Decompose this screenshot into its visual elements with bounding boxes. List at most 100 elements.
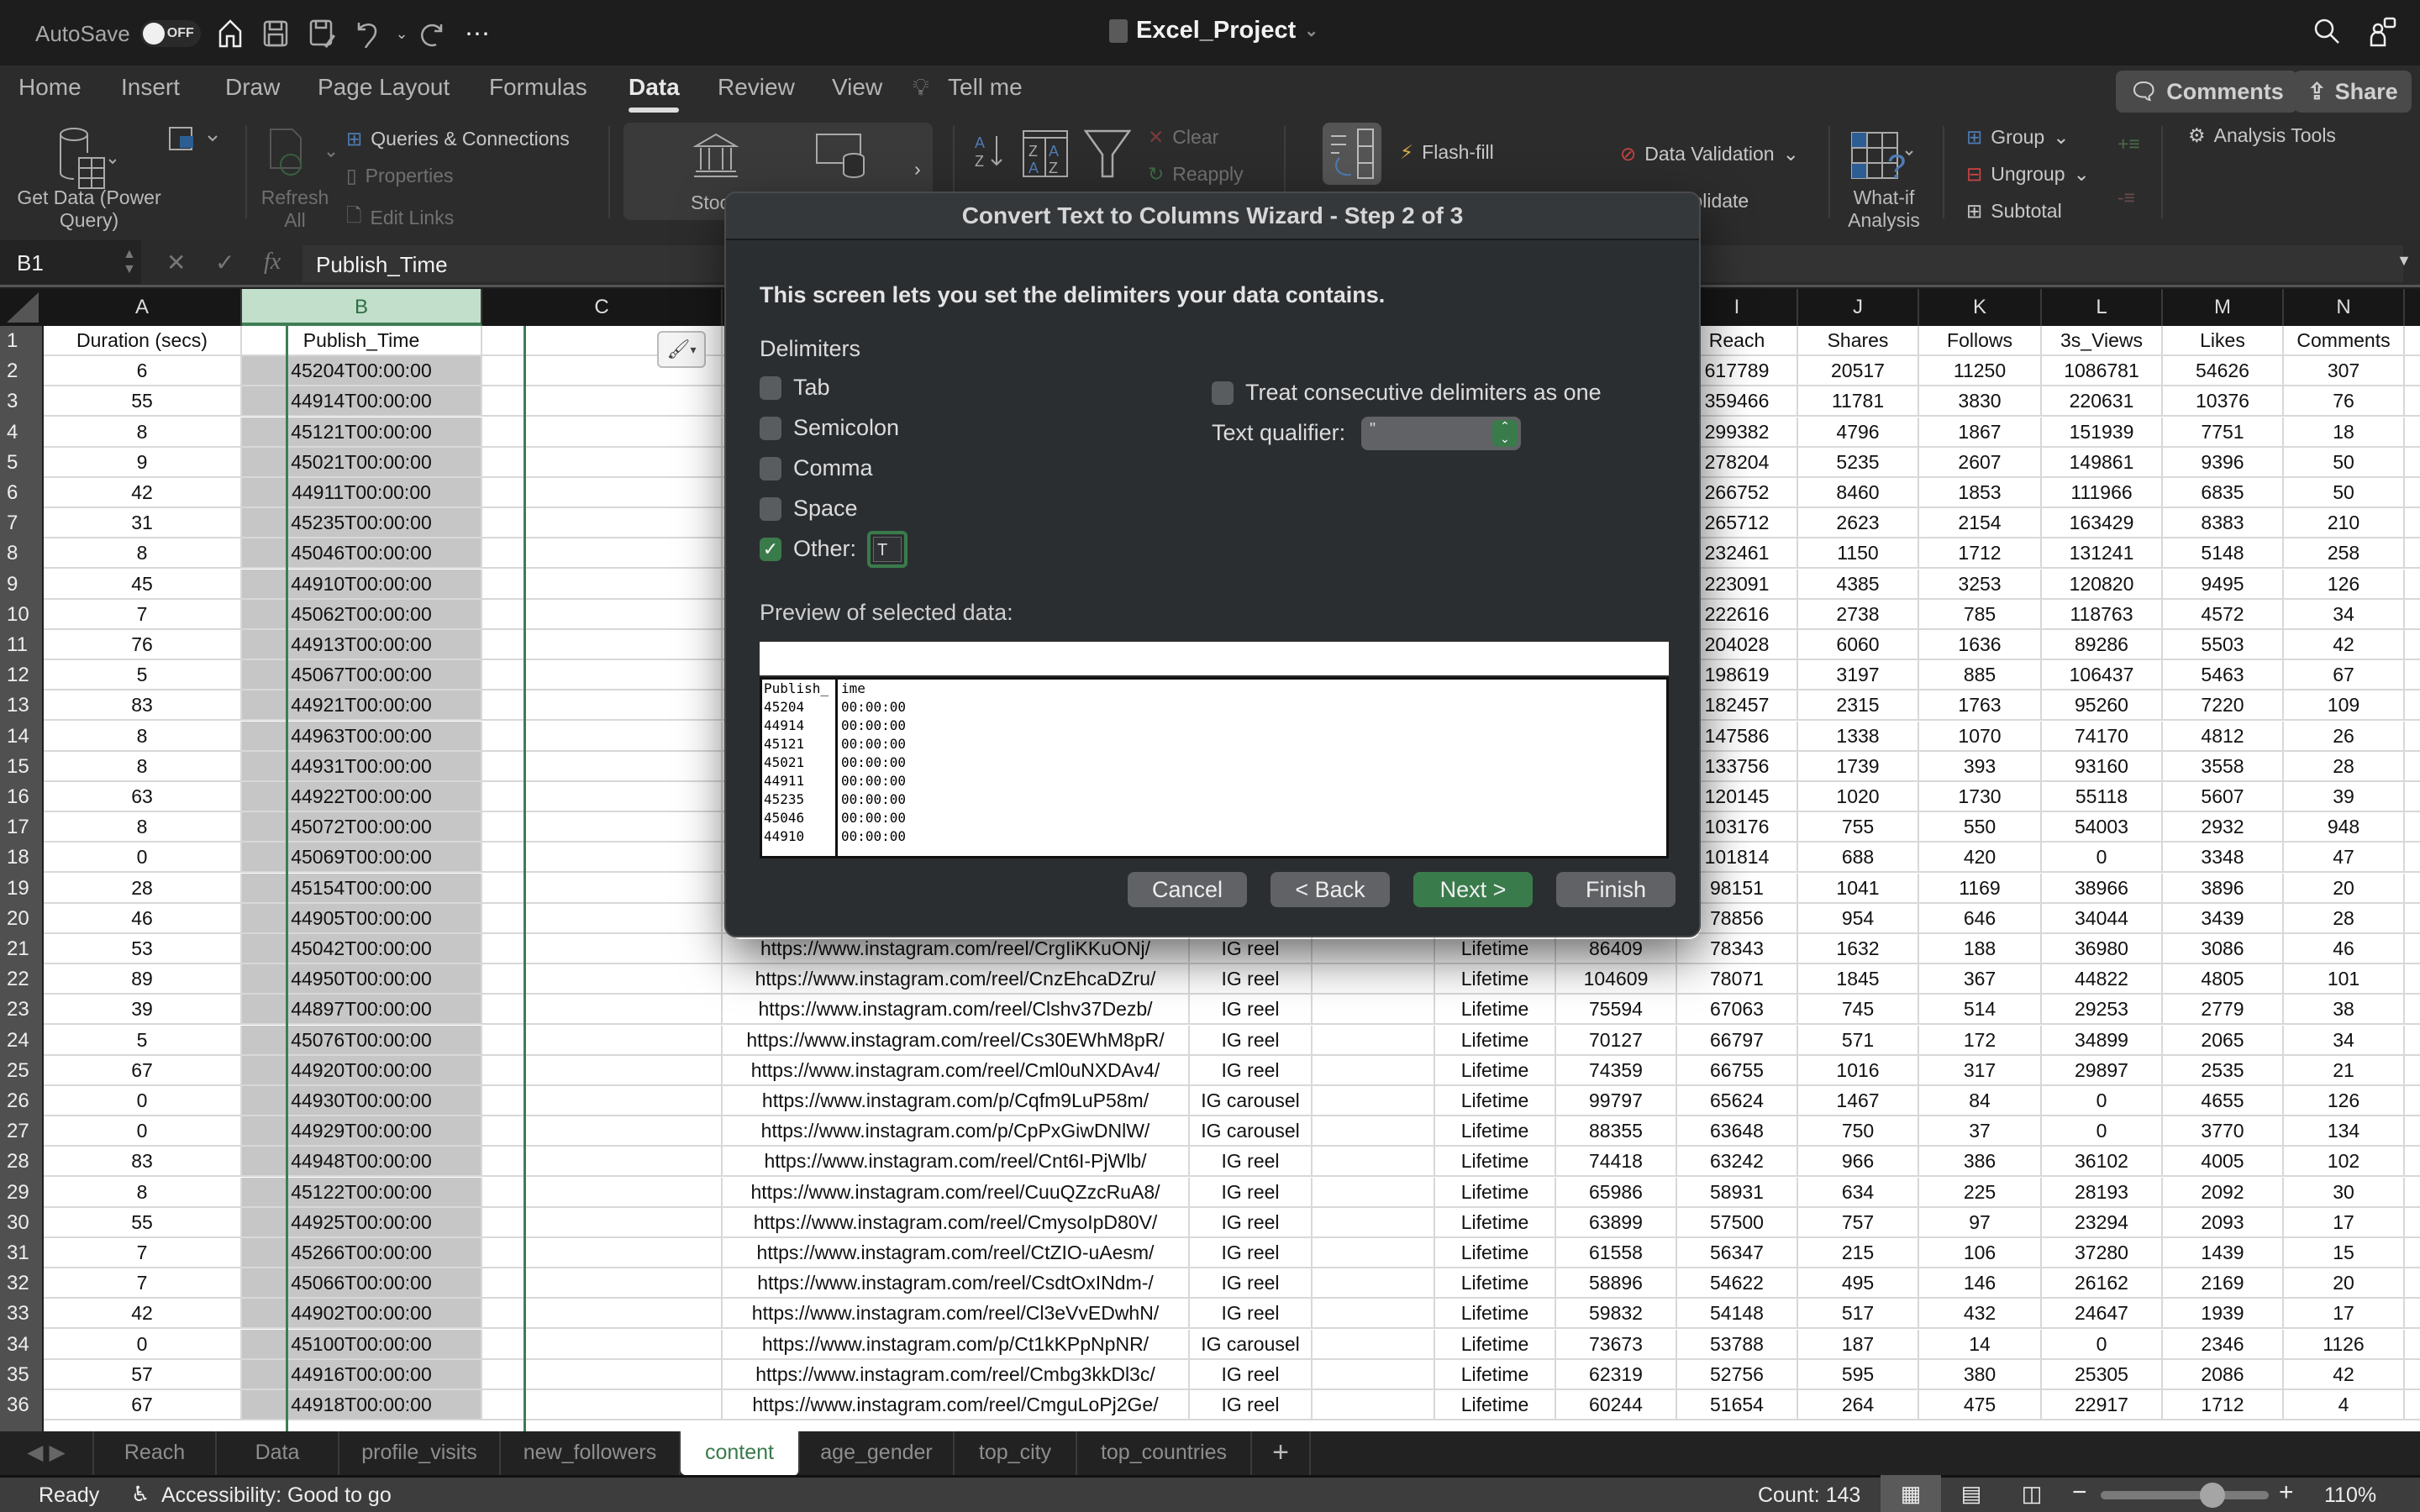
zoom-in-button[interactable]: + [2279,1478,2294,1507]
cell-f22[interactable] [1313,964,1435,993]
filter-icon[interactable] [1083,129,1132,182]
cell-a22[interactable]: 89 [44,964,242,993]
cell-j30[interactable]: 757 [1798,1208,1919,1236]
cell-c22[interactable] [482,964,723,993]
cell-c12[interactable] [482,660,723,689]
cell-l21[interactable]: 36980 [2042,934,2163,963]
row-header-8[interactable]: 8 [0,538,42,569]
cell-a13[interactable]: 83 [44,690,242,719]
cell-k15[interactable]: 393 [1919,752,2042,780]
cell-a27[interactable]: 0 [44,1116,242,1145]
cell-m21[interactable]: 3086 [2163,934,2284,963]
cell-h34[interactable]: 73673 [1556,1330,1677,1358]
document-title[interactable]: Excel_Project ⌄ [1109,17,1318,45]
cell-n11[interactable]: 42 [2284,630,2405,659]
data-preview[interactable]: Publish_ 45204 44914 45121 45021 44911 45235 45… [760,677,1669,858]
space-checkbox[interactable] [760,497,781,521]
cell-i30[interactable]: 57500 [1677,1208,1798,1236]
cell-c30[interactable] [482,1208,723,1236]
row-header-3[interactable]: 3 [0,386,42,417]
cell-c11[interactable] [482,630,723,659]
cell-m35[interactable]: 2086 [2163,1360,2284,1389]
cell-m8[interactable]: 5148 [2163,538,2284,567]
cell-k13[interactable]: 1763 [1919,690,2042,719]
cell-l12[interactable]: 106437 [2042,660,2163,689]
cell-a6[interactable]: 42 [44,478,242,507]
cell-k26[interactable]: 84 [1919,1086,2042,1115]
cell-h35[interactable]: 62319 [1556,1360,1677,1389]
cell-l2[interactable]: 1086781 [2042,356,2163,385]
cell-j28[interactable]: 966 [1798,1147,1919,1175]
cell-b21[interactable]: 45042T00:00:00 [242,934,482,963]
preview-column-2[interactable]: ime 00:00:00 00:00:00 00:00:00 00:00:00 00:00… [841,680,906,856]
cell-b28[interactable]: 44948T00:00:00 [242,1147,482,1175]
cell-j34[interactable]: 187 [1798,1330,1919,1358]
cell-l3[interactable]: 220631 [2042,386,2163,415]
cell-b30[interactable]: 44925T00:00:00 [242,1208,482,1236]
cell-c7[interactable] [482,508,723,537]
confirm-entry-icon[interactable]: ✓ [215,249,234,276]
cell-g27[interactable]: Lifetime [1435,1116,1556,1145]
cell-l30[interactable]: 23294 [2042,1208,2163,1236]
cell-l29[interactable]: 28193 [2042,1178,2163,1206]
cell-i34[interactable]: 53788 [1677,1330,1798,1358]
save-icon[interactable] [259,18,292,49]
cell-n5[interactable]: 50 [2284,448,2405,476]
cell-b15[interactable]: 44931T00:00:00 [242,752,482,780]
cell-e31[interactable]: IG reel [1190,1238,1313,1267]
cell-a7[interactable]: 31 [44,508,242,537]
cell-m15[interactable]: 3558 [2163,752,2284,780]
cell-k4[interactable]: 1867 [1919,417,2042,446]
cell-j1[interactable]: Shares [1798,326,1919,354]
sheet-tab-content[interactable]: content [681,1431,800,1475]
cell-d28[interactable]: https://www.instagram.com/reel/Cnt6I-PjW… [723,1147,1190,1175]
cell-l9[interactable]: 120820 [2042,570,2163,598]
cell-k11[interactable]: 1636 [1919,630,2042,659]
cell-b27[interactable]: 44929T00:00:00 [242,1116,482,1145]
cell-b11[interactable]: 44913T00:00:00 [242,630,482,659]
cell-b31[interactable]: 45266T00:00:00 [242,1238,482,1267]
next-button[interactable]: Next > [1413,872,1533,907]
cell-g33[interactable]: Lifetime [1435,1299,1556,1327]
cell-c27[interactable] [482,1116,723,1145]
cell-m26[interactable]: 4655 [2163,1086,2284,1115]
cell-b12[interactable]: 45067T00:00:00 [242,660,482,689]
column-header-m[interactable]: M [2163,289,2284,326]
cell-c13[interactable] [482,690,723,719]
cell-g36[interactable]: Lifetime [1435,1390,1556,1419]
cell-j6[interactable]: 8460 [1798,478,1919,507]
cell-k8[interactable]: 1712 [1919,538,2042,567]
row-header-14[interactable]: 14 [0,722,42,752]
cell-j8[interactable]: 1150 [1798,538,1919,567]
cell-m24[interactable]: 2065 [2163,1026,2284,1054]
cell-a20[interactable]: 46 [44,904,242,932]
cell-i25[interactable]: 66755 [1677,1056,1798,1084]
cell-m7[interactable]: 8383 [2163,508,2284,537]
cell-n13[interactable]: 109 [2284,690,2405,719]
cell-d31[interactable]: https://www.instagram.com/reel/CtZIO-uAe… [723,1238,1190,1267]
cell-d26[interactable]: https://www.instagram.com/p/Cqfm9LuP58m/ [723,1086,1190,1115]
cell-a10[interactable]: 7 [44,600,242,628]
cell-b17[interactable]: 45072T00:00:00 [242,812,482,841]
cell-m14[interactable]: 4812 [2163,722,2284,750]
cell-l23[interactable]: 29253 [2042,995,2163,1023]
cell-k29[interactable]: 225 [1919,1178,2042,1206]
cell-g26[interactable]: Lifetime [1435,1086,1556,1115]
cell-j11[interactable]: 6060 [1798,630,1919,659]
what-if-label[interactable]: What-if Analysis [1840,186,1928,232]
cell-c26[interactable] [482,1086,723,1115]
cell-c34[interactable] [482,1330,723,1358]
cell-j23[interactable]: 745 [1798,995,1919,1023]
cell-k30[interactable]: 97 [1919,1208,2042,1236]
cell-d29[interactable]: https://www.instagram.com/reel/CuuQZzcRu… [723,1178,1190,1206]
cell-m28[interactable]: 4005 [2163,1147,2284,1175]
cell-j4[interactable]: 4796 [1798,417,1919,446]
row-header-16[interactable]: 16 [0,782,42,812]
cell-n18[interactable]: 47 [2284,843,2405,871]
cell-i31[interactable]: 56347 [1677,1238,1798,1267]
cell-a9[interactable]: 45 [44,570,242,598]
cell-b24[interactable]: 45076T00:00:00 [242,1026,482,1054]
cell-l31[interactable]: 37280 [2042,1238,2163,1267]
cell-a33[interactable]: 42 [44,1299,242,1327]
cell-e27[interactable]: IG carousel [1190,1116,1313,1145]
